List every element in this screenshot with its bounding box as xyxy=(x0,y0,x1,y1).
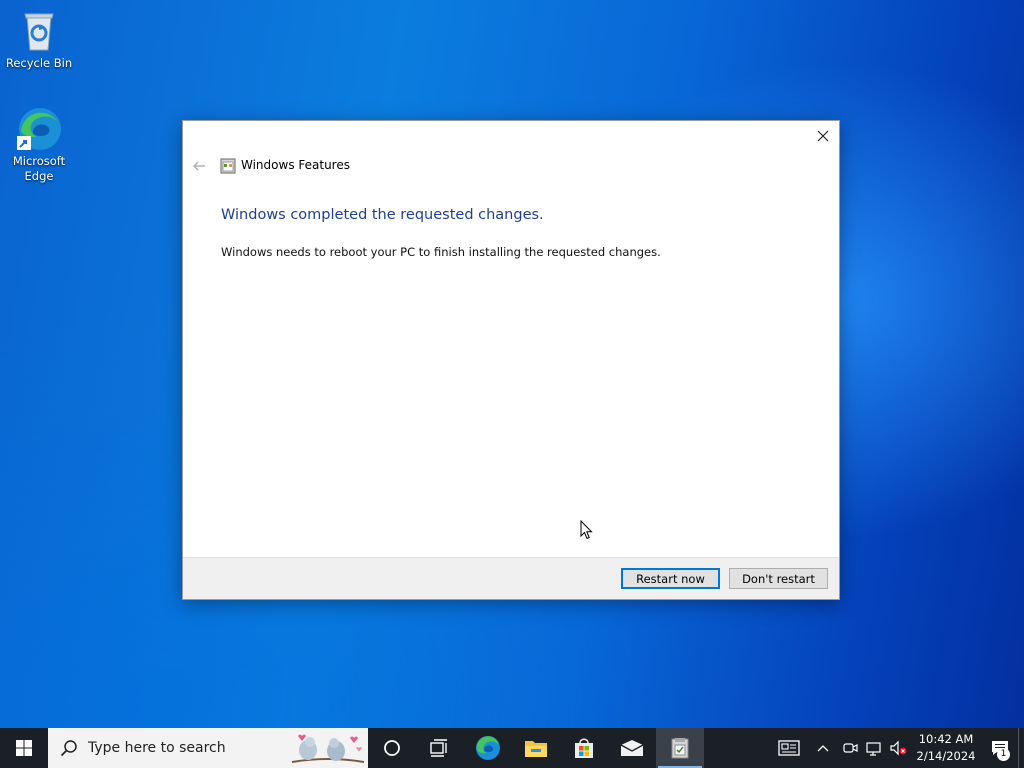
clock-date: 2/14/2024 xyxy=(916,749,976,763)
search-icon xyxy=(60,740,77,757)
taskbar-edge-button[interactable] xyxy=(464,728,512,768)
restart-now-button[interactable]: Restart now xyxy=(621,568,720,589)
start-button[interactable] xyxy=(0,728,48,768)
show-hidden-icons-button[interactable] xyxy=(808,728,838,768)
dont-restart-button[interactable]: Don't restart xyxy=(729,568,828,589)
windows-features-icon xyxy=(671,738,689,759)
windows-features-taskbar-button[interactable] xyxy=(656,728,704,768)
mail-button[interactable] xyxy=(608,728,656,768)
edge-icon xyxy=(15,104,63,152)
clock-time: 10:42 AM xyxy=(918,732,974,746)
dialog-footer: Restart now Don't restart xyxy=(183,557,839,599)
meet-now-button[interactable] xyxy=(838,728,862,768)
taskbar-search-box[interactable]: Type here to search xyxy=(48,728,368,768)
close-button[interactable] xyxy=(807,121,839,151)
windows-features-icon xyxy=(220,158,236,174)
search-placeholder: Type here to search xyxy=(88,740,226,756)
search-highlight-birds-icon xyxy=(290,730,366,766)
reboot-message: Windows needs to reboot your PC to finis… xyxy=(221,245,661,259)
microsoft-edge-desktop-icon[interactable]: Microsoft Edge xyxy=(3,104,75,184)
windows-features-dialog: Windows Features Windows completed the r… xyxy=(182,120,840,600)
action-center-button[interactable]: 1 xyxy=(982,728,1018,768)
windows-logo-icon xyxy=(16,740,32,756)
completion-heading: Windows completed the requested changes. xyxy=(221,207,544,223)
meet-now-icon xyxy=(843,743,858,753)
recycle-bin-label: Recycle Bin xyxy=(5,56,73,70)
close-icon xyxy=(817,130,829,142)
network-button[interactable] xyxy=(862,728,886,768)
taskbar-clock[interactable]: 10:42 AM 2/14/2024 xyxy=(910,731,982,765)
file-explorer-icon xyxy=(525,741,547,757)
volume-button[interactable] xyxy=(886,728,910,768)
microsoft-edge-label: Microsoft Edge xyxy=(12,154,66,183)
volume-muted-icon xyxy=(890,740,907,756)
taskbar: Type here to search 10:42 AM 2/14/2024 1 xyxy=(0,728,1024,768)
mail-icon xyxy=(620,740,644,756)
notification-count-badge: 1 xyxy=(997,748,1010,761)
recycle-bin-desktop-icon[interactable]: Recycle Bin xyxy=(3,6,75,71)
task-view-icon xyxy=(430,739,447,757)
mouse-cursor-icon xyxy=(580,519,594,540)
dialog-title: Windows Features xyxy=(241,158,350,172)
cortana-button[interactable] xyxy=(368,728,416,768)
task-view-button[interactable] xyxy=(416,728,464,768)
back-arrow-icon[interactable] xyxy=(191,158,207,174)
store-icon xyxy=(575,738,593,758)
network-icon xyxy=(866,742,881,756)
news-icon xyxy=(778,740,800,756)
recycle-bin-icon xyxy=(15,6,63,54)
cortana-icon xyxy=(384,740,400,756)
chevron-up-icon xyxy=(817,745,829,752)
show-desktop-button[interactable] xyxy=(1018,728,1024,768)
microsoft-store-button[interactable] xyxy=(560,728,608,768)
edge-icon xyxy=(476,736,500,760)
news-widget-button[interactable] xyxy=(770,728,808,768)
file-explorer-button[interactable] xyxy=(512,728,560,768)
system-tray: 10:42 AM 2/14/2024 1 xyxy=(770,728,1024,768)
